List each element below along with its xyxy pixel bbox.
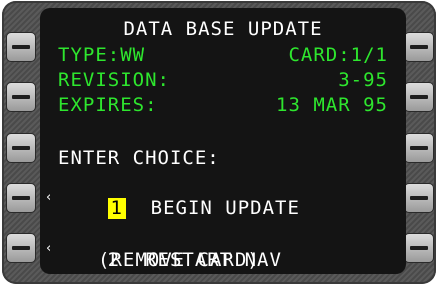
cdu-display: DATA BASE UPDATE TYPE:WW CARD:1/1 REVISI… (40, 8, 406, 274)
page-title: DATA BASE UPDATE (123, 18, 323, 40)
right-line-select-key-3[interactable] (404, 133, 434, 163)
type-row: TYPE:WW CARD:1/1 (58, 43, 388, 67)
left-line-select-key-2[interactable] (6, 82, 36, 112)
type-label: TYPE:WW (58, 44, 146, 66)
right-line-select-key-1[interactable] (404, 32, 434, 62)
option-2-row[interactable]: 2 RESTART NAV (58, 224, 388, 271)
expires-label: EXPIRES: (58, 94, 158, 116)
expires-row: EXPIRES: 13 MAR 95 (58, 93, 388, 117)
option-1-row[interactable]: 1 BEGIN UPDATE (58, 172, 388, 219)
left-line-select-key-3[interactable] (6, 133, 36, 163)
left-line-select-key-4[interactable] (6, 183, 36, 213)
card-label: CARD:1/1 (288, 44, 388, 66)
enter-choice-prompt: ENTER CHOICE: (58, 147, 220, 169)
revision-row: REVISION: 3-95 (58, 68, 388, 92)
left-line-select-key-5[interactable] (6, 233, 36, 263)
revision-label: REVISION: (58, 69, 170, 91)
option-1-select-caret-icon: ‹ (46, 190, 52, 205)
right-line-select-key-2[interactable] (404, 82, 434, 112)
right-line-select-key-5[interactable] (404, 233, 434, 263)
left-line-select-key-1[interactable] (6, 32, 36, 62)
option-2-select-caret-icon: ‹ (46, 241, 52, 256)
option-2-sublabel: (REMOVE CARD) (98, 249, 260, 271)
option-1-label: BEGIN UPDATE (150, 197, 300, 219)
option-1-number: 1 (107, 198, 126, 219)
revision-value: 3-95 (338, 69, 388, 91)
expires-value: 13 MAR 95 (276, 94, 388, 116)
right-line-select-key-4[interactable] (404, 183, 434, 213)
